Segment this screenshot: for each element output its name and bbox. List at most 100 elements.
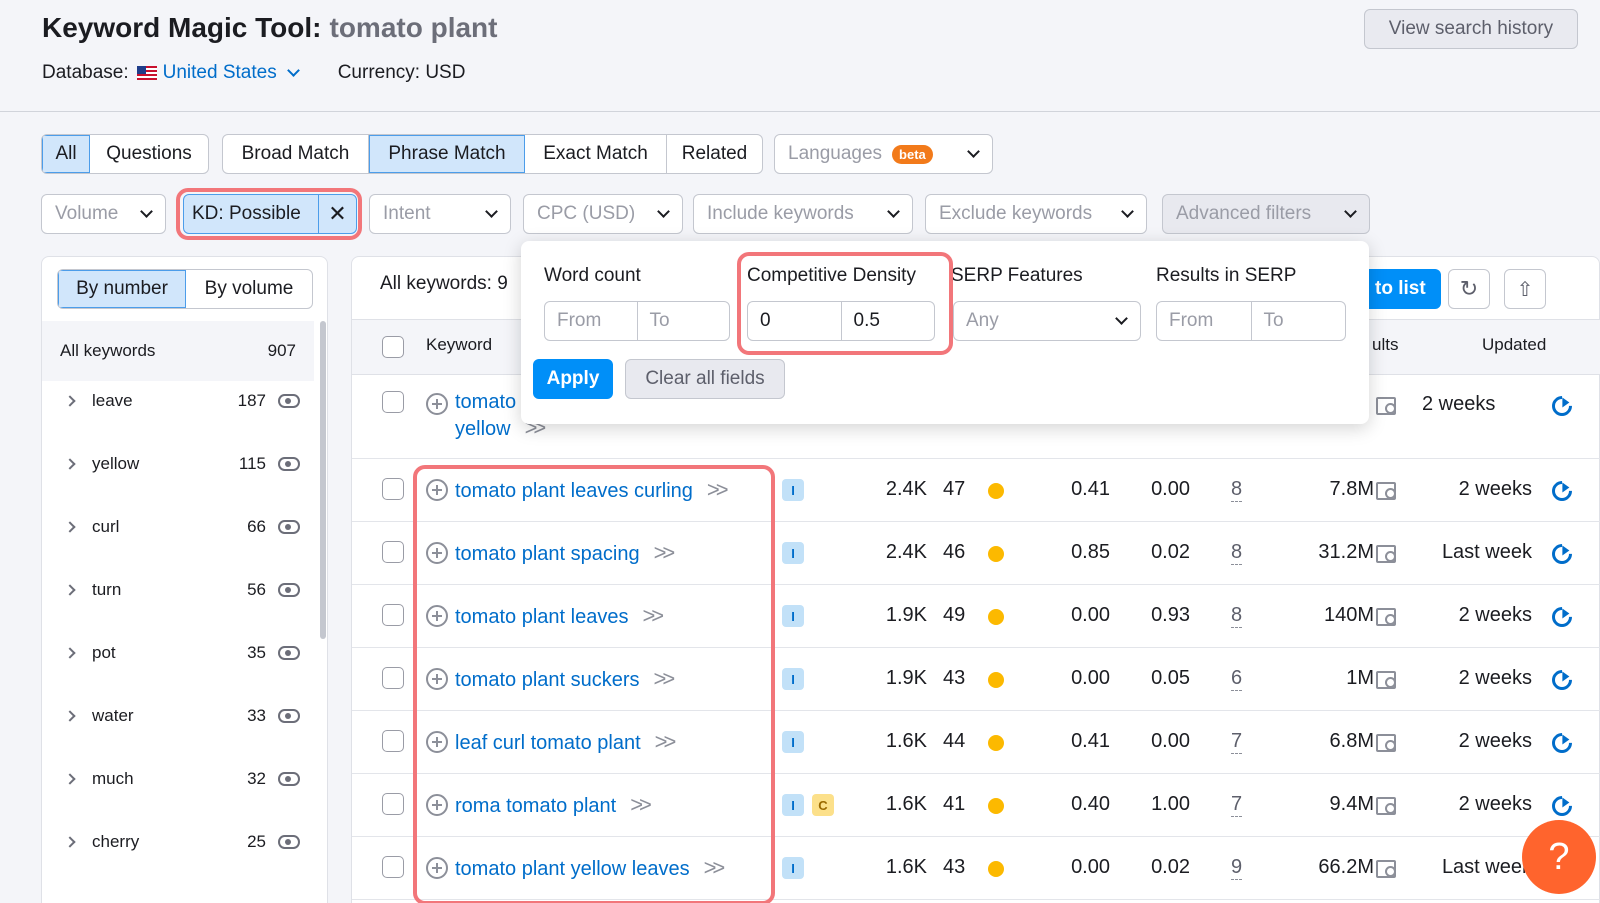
refresh-icon[interactable] xyxy=(1547,728,1577,758)
volume-value: 1.9K xyxy=(885,667,927,689)
kd-value: 41 xyxy=(943,793,966,815)
chevron-right-icon[interactable] xyxy=(64,647,76,659)
row-checkbox[interactable] xyxy=(382,856,404,878)
eye-icon[interactable] xyxy=(278,394,300,408)
refresh-icon[interactable] xyxy=(1547,539,1577,569)
help-button[interactable]: ? xyxy=(1522,820,1596,894)
col-updated[interactable]: Updated xyxy=(1482,335,1546,355)
chevron-right-icon[interactable] xyxy=(64,836,76,848)
serp-features-count[interactable]: 8 xyxy=(1231,478,1243,502)
serp-features-count[interactable]: 8 xyxy=(1231,604,1243,628)
serp-preview-icon[interactable] xyxy=(1376,860,1396,878)
keyword-groups-sidebar: By number By volume All keywords 907 lea… xyxy=(41,256,328,903)
row-checkbox[interactable] xyxy=(382,391,404,413)
keyword-group-item[interactable]: turn 56 xyxy=(42,570,314,610)
serp-features-select[interactable]: Any xyxy=(953,301,1141,341)
chevron-right-icon[interactable] xyxy=(64,521,76,533)
database-selector[interactable]: United States xyxy=(163,62,300,84)
clear-all-fields-button[interactable]: Clear all fields xyxy=(625,359,785,399)
volume-filter[interactable]: Volume xyxy=(41,194,166,234)
eye-icon[interactable] xyxy=(278,646,300,660)
serp-preview-icon[interactable] xyxy=(1376,608,1396,626)
include-keywords-filter[interactable]: Include keywords xyxy=(693,194,913,234)
keyword-group-item[interactable]: cherry 25 xyxy=(42,822,314,862)
tab-exact-match[interactable]: Exact Match xyxy=(525,135,667,173)
to-list-button[interactable]: to list xyxy=(1367,269,1441,309)
results-to[interactable]: To xyxy=(1252,302,1346,340)
tab-all[interactable]: All xyxy=(42,135,90,173)
select-all-checkbox[interactable] xyxy=(382,336,404,358)
eye-icon[interactable] xyxy=(278,520,300,534)
group-word: leave xyxy=(92,391,133,410)
serp-preview-icon[interactable] xyxy=(1376,545,1396,563)
word-count-from[interactable]: From xyxy=(545,302,638,340)
row-checkbox[interactable] xyxy=(382,478,404,500)
row-checkbox[interactable] xyxy=(382,793,404,815)
serp-preview-icon[interactable] xyxy=(1376,797,1396,815)
row-checkbox[interactable] xyxy=(382,541,404,563)
add-to-list-icon[interactable] xyxy=(426,393,448,415)
keyword-link[interactable]: tomato xyxy=(455,391,516,414)
word-count-to[interactable]: To xyxy=(638,302,730,340)
eye-icon[interactable] xyxy=(278,772,300,786)
row-checkbox[interactable] xyxy=(382,730,404,752)
languages-dropdown[interactable]: Languages beta xyxy=(774,134,993,174)
tab-related[interactable]: Related xyxy=(667,135,762,173)
serp-features-count[interactable]: 6 xyxy=(1231,667,1243,691)
eye-icon[interactable] xyxy=(278,835,300,849)
view-search-history-button[interactable]: View search history xyxy=(1364,9,1578,49)
eye-icon[interactable] xyxy=(278,583,300,597)
chevron-right-icon[interactable] xyxy=(64,395,76,407)
keyword-group-item[interactable]: curl 66 xyxy=(42,507,314,547)
tab-broad-match[interactable]: Broad Match xyxy=(223,135,369,173)
advanced-filters-dropdown[interactable]: Advanced filters xyxy=(1162,194,1370,234)
refresh-icon[interactable] xyxy=(1547,665,1577,695)
tab-phrase-match[interactable]: Phrase Match xyxy=(369,135,525,173)
sidebar-scrollbar[interactable] xyxy=(320,321,326,639)
refresh-icon: ↻ xyxy=(1459,276,1479,301)
chevron-right-icon[interactable] xyxy=(64,458,76,470)
row-checkbox[interactable] xyxy=(382,604,404,626)
export-button[interactable]: ⇧ xyxy=(1504,269,1546,309)
chevron-right-icon[interactable] xyxy=(64,584,76,596)
results-from[interactable]: From xyxy=(1157,302,1252,340)
keyword-group-item[interactable]: pot 35 xyxy=(42,633,314,673)
chevron-right-icon[interactable] xyxy=(64,710,76,722)
all-keywords-group[interactable]: All keywords 907 xyxy=(42,321,314,381)
refresh-icon[interactable] xyxy=(1547,476,1577,506)
serp-preview-icon[interactable] xyxy=(1376,734,1396,752)
keyword-group-item[interactable]: leave 187 xyxy=(42,381,314,421)
serp-features-count[interactable]: 9 xyxy=(1231,856,1243,880)
refresh-icon[interactable] xyxy=(1547,391,1577,421)
by-number-button[interactable]: By number xyxy=(58,270,186,308)
apply-button[interactable]: Apply xyxy=(533,359,613,399)
refresh-button[interactable]: ↻ xyxy=(1448,269,1490,309)
tab-questions[interactable]: Questions xyxy=(90,135,208,173)
keyword-group-item[interactable]: much 32 xyxy=(42,759,314,799)
serp-preview-icon[interactable] xyxy=(1376,482,1396,500)
keyword-group-item[interactable]: yellow 115 xyxy=(42,444,314,484)
col-keyword[interactable]: Keyword xyxy=(426,335,492,355)
serp-features-count[interactable]: 7 xyxy=(1231,793,1243,817)
eye-icon[interactable] xyxy=(278,709,300,723)
col-results[interactable]: ults xyxy=(1372,335,1398,355)
serp-preview-icon[interactable] xyxy=(1376,397,1396,415)
chevron-right-icon[interactable] xyxy=(64,773,76,785)
close-icon[interactable]: ✕ xyxy=(318,195,356,233)
eye-icon[interactable] xyxy=(278,457,300,471)
serp-features-count[interactable]: 8 xyxy=(1231,541,1243,565)
refresh-icon[interactable] xyxy=(1547,602,1577,632)
by-volume-button[interactable]: By volume xyxy=(186,270,312,308)
refresh-icon[interactable] xyxy=(1547,791,1577,821)
kd-filter[interactable]: KD: Possible ✕ xyxy=(183,194,357,234)
row-checkbox[interactable] xyxy=(382,667,404,689)
volume-value: 1.6K xyxy=(885,856,927,878)
keyword-group-item[interactable]: water 33 xyxy=(42,696,314,736)
serp-features-count[interactable]: 7 xyxy=(1231,730,1243,754)
exclude-keywords-filter[interactable]: Exclude keywords xyxy=(925,194,1147,234)
cpc-filter[interactable]: CPC (USD) xyxy=(523,194,683,234)
intent-filter[interactable]: Intent xyxy=(369,194,511,234)
group-word: turn xyxy=(92,580,122,599)
group-word: water xyxy=(92,706,134,725)
serp-preview-icon[interactable] xyxy=(1376,671,1396,689)
